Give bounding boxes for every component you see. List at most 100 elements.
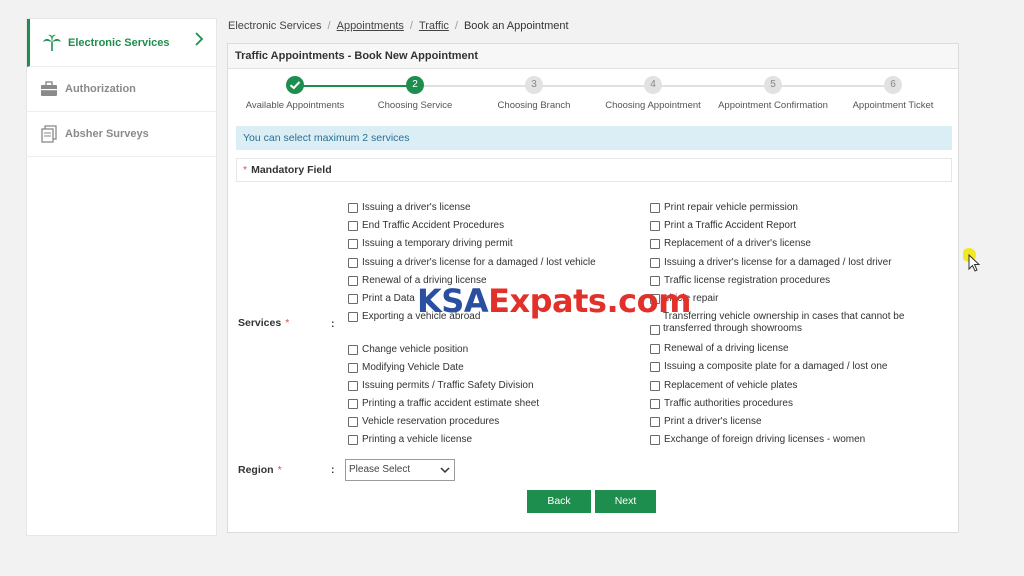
back-button[interactable]: Back xyxy=(527,490,591,513)
services-label: Services * xyxy=(238,317,290,329)
service-option[interactable]: Issuing permits / Traffic Safety Divisio… xyxy=(348,380,648,398)
service-option[interactable]: Printing a traffic accident estimate she… xyxy=(348,398,648,416)
service-option-label: Printing a traffic accident estimate she… xyxy=(362,398,540,410)
checkmark-icon xyxy=(286,76,304,94)
service-option-label: Issuing a driver's license for a damaged… xyxy=(362,256,596,268)
mouse-cursor-icon xyxy=(962,247,983,278)
step-number: 4 xyxy=(644,76,662,94)
sidebar: Electronic Services Authorization Absher… xyxy=(26,18,217,536)
service-option-label: Traffic authorities procedures xyxy=(664,397,793,409)
sidebar-item-authorization[interactable]: Authorization xyxy=(27,67,216,112)
service-option[interactable]: Issuing a composite plate for a damaged … xyxy=(650,361,950,379)
service-option[interactable]: Exchange of foreign driving licenses - w… xyxy=(650,434,950,452)
service-checkbox[interactable] xyxy=(348,239,358,250)
service-checkbox[interactable] xyxy=(348,417,358,428)
service-checkbox[interactable] xyxy=(650,398,660,409)
region-colon: : xyxy=(331,464,335,476)
service-option-label: End Traffic Accident Procedures xyxy=(362,220,505,232)
service-option[interactable]: ehicle repair xyxy=(650,293,950,311)
service-option[interactable]: Replacement of a driver's license xyxy=(650,238,950,256)
service-checkbox[interactable] xyxy=(348,399,358,410)
service-option[interactable]: Issuing a temporary driving permit xyxy=(348,238,648,256)
services-right-column: Print repair vehicle permission Print a T… xyxy=(650,202,950,452)
sidebar-item-electronic-services[interactable]: Electronic Services xyxy=(27,19,216,67)
service-checkbox[interactable] xyxy=(650,257,660,268)
service-option-label: Renewal of a driving license xyxy=(664,343,789,355)
region-select[interactable]: Please Select xyxy=(345,459,455,481)
service-option[interactable]: Print a driver's license xyxy=(650,416,950,434)
chevron-down-icon xyxy=(440,461,450,487)
service-option[interactable]: Printing a vehicle license xyxy=(348,434,648,452)
service-option[interactable]: End Traffic Accident Procedures xyxy=(348,220,648,238)
step-1: Available Appointments xyxy=(235,76,355,111)
service-option-label: Change vehicle position xyxy=(362,343,469,355)
service-checkbox[interactable] xyxy=(650,380,660,391)
step-2: 2 Choosing Service xyxy=(355,76,475,111)
step-label: Choosing Service xyxy=(377,100,453,111)
service-option-label: Issuing a driver's license for a damaged… xyxy=(664,256,892,268)
step-label: Choosing Appointment xyxy=(605,100,701,111)
service-option-label: Modifying Vehicle Date xyxy=(362,361,464,373)
services-left-column: Issuing a driver's license End Traffic Ac… xyxy=(348,202,648,453)
step-label: Available Appointments xyxy=(245,100,345,111)
briefcase-icon xyxy=(39,79,59,99)
service-option-label: Issuing permits / Traffic Safety Divisio… xyxy=(362,379,534,391)
breadcrumb-link-traffic[interactable]: Traffic xyxy=(419,20,449,32)
service-option-label: Vehicle reservation procedures xyxy=(362,416,500,428)
sidebar-item-absher-surveys[interactable]: Absher Surveys xyxy=(27,112,216,157)
service-option[interactable]: Replacement of vehicle plates xyxy=(650,380,950,398)
service-option-label: Replacement of a driver's license xyxy=(664,238,811,250)
next-button[interactable]: Next xyxy=(595,490,656,513)
service-checkbox[interactable] xyxy=(348,203,358,213)
service-checkbox[interactable] xyxy=(650,344,660,355)
service-option-label: Print a Traffic Accident Report xyxy=(664,220,797,232)
service-option-label: Printing a vehicle license xyxy=(362,434,473,446)
service-option[interactable]: Modifying Vehicle Date xyxy=(348,362,648,380)
region-label: Region * xyxy=(238,464,282,476)
breadcrumb-current: Book an Appointment xyxy=(463,20,569,32)
service-checkbox[interactable] xyxy=(348,293,358,304)
progress-steps: Available Appointments 2 Choosing Servic… xyxy=(228,76,958,126)
service-option[interactable]: Traffic authorities procedures xyxy=(650,398,950,416)
mandatory-text: Mandatory Field xyxy=(251,164,332,176)
service-option-label: Issuing a composite plate for a damaged … xyxy=(664,361,888,373)
service-option[interactable]: Print a Traffic Accident Report xyxy=(650,220,950,238)
service-option[interactable]: Renewal of a driving license xyxy=(650,343,950,361)
service-option[interactable]: Change vehicle position xyxy=(348,344,648,362)
service-option[interactable]: Issuing a driver's license for a damaged… xyxy=(348,257,648,275)
required-asterisk: * xyxy=(243,164,248,176)
service-option[interactable]: Vehicle reservation procedures xyxy=(348,416,648,434)
service-checkbox[interactable] xyxy=(650,416,660,427)
service-checkbox[interactable] xyxy=(650,203,660,213)
service-checkbox[interactable] xyxy=(348,344,358,355)
step-label: Appointment Confirmation xyxy=(718,100,828,111)
sidebar-item-label: Absher Surveys xyxy=(65,128,149,140)
service-checkbox[interactable] xyxy=(650,362,660,373)
step-3: 3 Choosing Branch xyxy=(474,76,594,111)
service-option-label: Issuing a driver's license xyxy=(362,202,471,213)
service-option[interactable]: Traffic license registration procedures xyxy=(650,275,950,293)
palm-tree-logo-icon xyxy=(42,33,62,53)
service-checkbox[interactable] xyxy=(348,275,358,286)
service-option-label: Exchange of foreign driving licenses - w… xyxy=(664,434,866,446)
step-label: Choosing Branch xyxy=(497,100,571,111)
service-checkbox[interactable] xyxy=(650,239,660,250)
service-option[interactable]: Transferring vehicle ownership in cases … xyxy=(650,311,950,343)
step-number: 2 xyxy=(406,76,424,94)
service-checkbox[interactable] xyxy=(650,325,660,336)
watermark-logo: KSAExpats.com xyxy=(417,282,691,320)
service-checkbox[interactable] xyxy=(348,362,358,373)
service-option[interactable]: Issuing a driver's license for a damaged… xyxy=(650,257,950,275)
service-option[interactable]: Print repair vehicle permission xyxy=(650,202,950,220)
service-checkbox[interactable] xyxy=(650,221,660,232)
service-option[interactable]: Issuing a driver's license xyxy=(348,202,648,220)
step-label: Appointment Ticket xyxy=(852,100,934,111)
service-checkbox[interactable] xyxy=(348,435,358,446)
service-checkbox[interactable] xyxy=(650,435,660,446)
service-checkbox[interactable] xyxy=(348,380,358,391)
chevron-right-icon xyxy=(194,32,204,49)
service-checkbox[interactable] xyxy=(348,312,358,323)
service-checkbox[interactable] xyxy=(348,257,358,268)
service-checkbox[interactable] xyxy=(348,221,358,232)
breadcrumb-link-appointments[interactable]: Appointments xyxy=(337,20,404,32)
